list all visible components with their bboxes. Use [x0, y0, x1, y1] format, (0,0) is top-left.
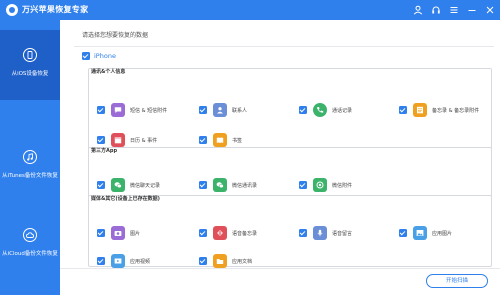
title-bar: 万兴苹果恢复专家 [0, 0, 500, 20]
data-type-item[interactable]: 应用视频 [97, 254, 197, 268]
data-type-item[interactable]: 书签 [199, 133, 299, 147]
item-checkbox[interactable] [299, 106, 307, 114]
close-icon[interactable] [484, 4, 496, 16]
data-type-item[interactable]: 应用文档 [199, 254, 299, 268]
item-label: 语音留言 [332, 231, 353, 237]
calendar-icon [111, 133, 125, 147]
item-label: 应用图片 [432, 231, 453, 237]
footer-divider [60, 268, 500, 269]
cloud-icon [23, 228, 37, 242]
device-name: iPhone [94, 52, 116, 60]
data-type-item[interactable]: 日历 & 事件 [97, 133, 197, 147]
item-label: 图片 [130, 231, 141, 237]
data-type-item[interactable]: 语音备忘录 [199, 226, 299, 240]
data-type-item[interactable]: 通话记录 [299, 103, 399, 117]
page-prompt: 请选择您想要恢复的数据 [82, 32, 149, 39]
group-title: 通讯&个人信息 [91, 69, 126, 75]
item-checkbox[interactable] [199, 229, 207, 237]
item-label: 短信 & 短信附件 [130, 108, 168, 114]
data-type-item[interactable]: 图片 [97, 226, 197, 240]
app-logo-icon [6, 4, 18, 16]
voicemail-icon [313, 226, 327, 240]
app-title: 万兴苹果恢复专家 [22, 5, 89, 14]
app-video-icon [111, 254, 125, 268]
item-label: 微信聊天记录 [130, 183, 161, 189]
wechat-attachment-icon [313, 178, 327, 192]
item-checkbox[interactable] [199, 181, 207, 189]
item-checkbox[interactable] [97, 106, 105, 114]
sidebar-item-label: 从iCloud备份文件恢复 [2, 251, 58, 257]
window-controls [412, 3, 496, 17]
data-type-item[interactable]: 短信 & 短信附件 [97, 103, 197, 117]
wechat-icon [111, 178, 125, 192]
contacts-icon [213, 103, 227, 117]
item-label: 日历 & 事件 [130, 138, 158, 144]
start-scan-button[interactable]: 开始扫描 [426, 274, 488, 288]
item-checkbox[interactable] [199, 136, 207, 144]
sidebar-item-label: 从iTunes备份文件恢复 [2, 173, 58, 179]
data-type-item[interactable]: 微信聊天记录 [97, 178, 197, 192]
item-label: 书签 [232, 138, 243, 144]
data-type-item[interactable]: 微信通讯录 [199, 178, 299, 192]
camera-icon [111, 226, 125, 240]
music-note-icon [23, 150, 37, 164]
app-document-icon [213, 254, 227, 268]
data-type-item[interactable]: 语音留言 [299, 226, 399, 240]
category-group-third-party: 第三方App 微信聊天记录 微信通讯录 微信附件 [88, 147, 492, 199]
item-label: 微信通讯录 [232, 183, 258, 189]
notes-icon [413, 103, 427, 117]
message-icon [111, 103, 125, 117]
bookmark-icon [213, 133, 227, 147]
app-window: 万兴苹果恢复专家 从iOS设备恢复 从iTunes备份文件恢复 从iCloud备… [0, 0, 500, 295]
item-checkbox[interactable] [399, 106, 407, 114]
iphone-checkbox[interactable] [82, 52, 90, 60]
item-label: 微信附件 [332, 183, 353, 189]
item-label: 备忘录 & 备忘录附件 [432, 108, 480, 114]
minimize-icon[interactable] [466, 4, 478, 16]
sidebar: 从iOS设备恢复 从iTunes备份文件恢复 从iCloud备份文件恢复 [0, 20, 60, 295]
item-checkbox[interactable] [199, 106, 207, 114]
data-type-item[interactable]: 微信附件 [299, 178, 399, 192]
item-label: 语音备忘录 [232, 231, 258, 237]
group-title: 媒体&其它(设备上已存在数据) [91, 196, 160, 202]
data-type-item[interactable]: 应用图片 [399, 226, 491, 240]
sidebar-item-itunes-backup[interactable]: 从iTunes备份文件恢复 [0, 132, 60, 202]
item-label: 应用文档 [232, 259, 253, 265]
sidebar-item-ios-device[interactable]: 从iOS设备恢复 [0, 30, 60, 100]
item-checkbox[interactable] [399, 229, 407, 237]
phone-icon [23, 48, 37, 62]
voice-memo-icon [213, 226, 227, 240]
group-title: 第三方App [91, 148, 118, 154]
item-checkbox[interactable] [97, 181, 105, 189]
item-checkbox[interactable] [199, 257, 207, 265]
item-label: 通话记录 [332, 108, 353, 114]
sidebar-item-label: 从iOS设备恢复 [11, 71, 49, 77]
item-label: 联系人 [232, 108, 248, 114]
item-checkbox[interactable] [97, 229, 105, 237]
item-checkbox[interactable] [299, 229, 307, 237]
sidebar-item-icloud-backup[interactable]: 从iCloud备份文件恢复 [0, 210, 60, 280]
menu-icon[interactable] [448, 4, 460, 16]
item-checkbox[interactable] [97, 257, 105, 265]
app-photo-icon [413, 226, 427, 240]
data-type-item[interactable]: 备忘录 & 备忘录附件 [399, 103, 491, 117]
main-panel: 请选择您想要恢复的数据 iPhone 通讯&个人信息 短信 & 短信附件 联系人 [60, 20, 500, 295]
wechat-contacts-icon [213, 178, 227, 192]
user-icon[interactable] [412, 4, 424, 16]
item-label: 应用视频 [130, 259, 151, 265]
item-checkbox[interactable] [299, 181, 307, 189]
divider [74, 46, 494, 47]
category-group-communication: 通讯&个人信息 短信 & 短信附件 联系人 通话记录 备忘录 & 备忘录附件 日… [88, 68, 492, 153]
data-type-item[interactable]: 联系人 [199, 103, 299, 117]
headset-icon[interactable] [430, 4, 442, 16]
item-checkbox[interactable] [97, 136, 105, 144]
category-group-media: 媒体&其它(设备上已存在数据) 图片 语音备忘录 语音留言 应用图片 应用视频 … [88, 195, 492, 268]
phone-call-icon [313, 103, 327, 117]
